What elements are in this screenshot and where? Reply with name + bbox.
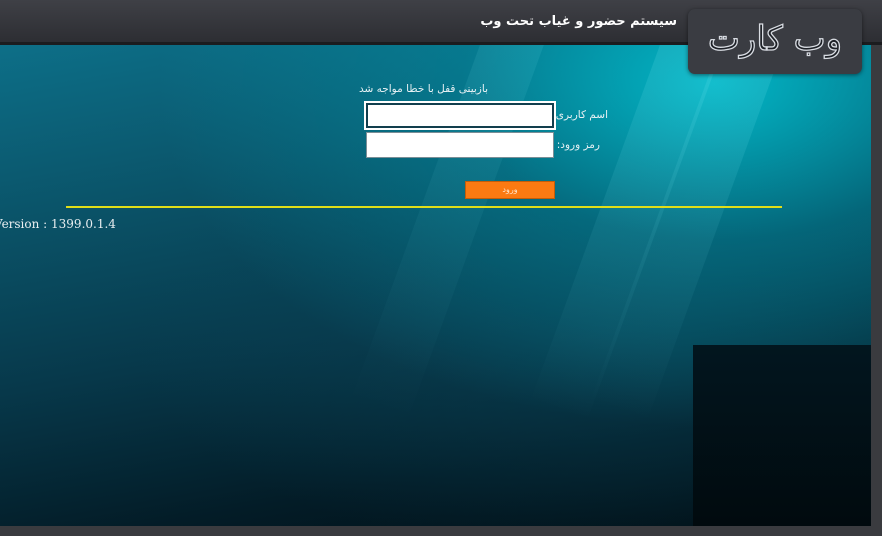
login-button[interactable]: ورود bbox=[465, 181, 555, 199]
system-title: سیستم حضور و غیاب تحت وب bbox=[480, 14, 677, 29]
dark-corner-shade bbox=[693, 345, 871, 526]
username-input[interactable] bbox=[364, 101, 556, 130]
password-input[interactable] bbox=[366, 132, 554, 158]
brand-logo: وب کارت bbox=[688, 9, 862, 74]
bottom-edge-strip bbox=[0, 526, 882, 536]
right-edge-strip bbox=[871, 45, 882, 536]
version-text: Version : 1399.0.1.4 bbox=[0, 217, 116, 231]
login-error-message: بازبینی قفل با خطا مواجه شد bbox=[359, 83, 488, 95]
divider-line bbox=[66, 206, 782, 208]
logo-text: وب کارت bbox=[707, 18, 843, 59]
